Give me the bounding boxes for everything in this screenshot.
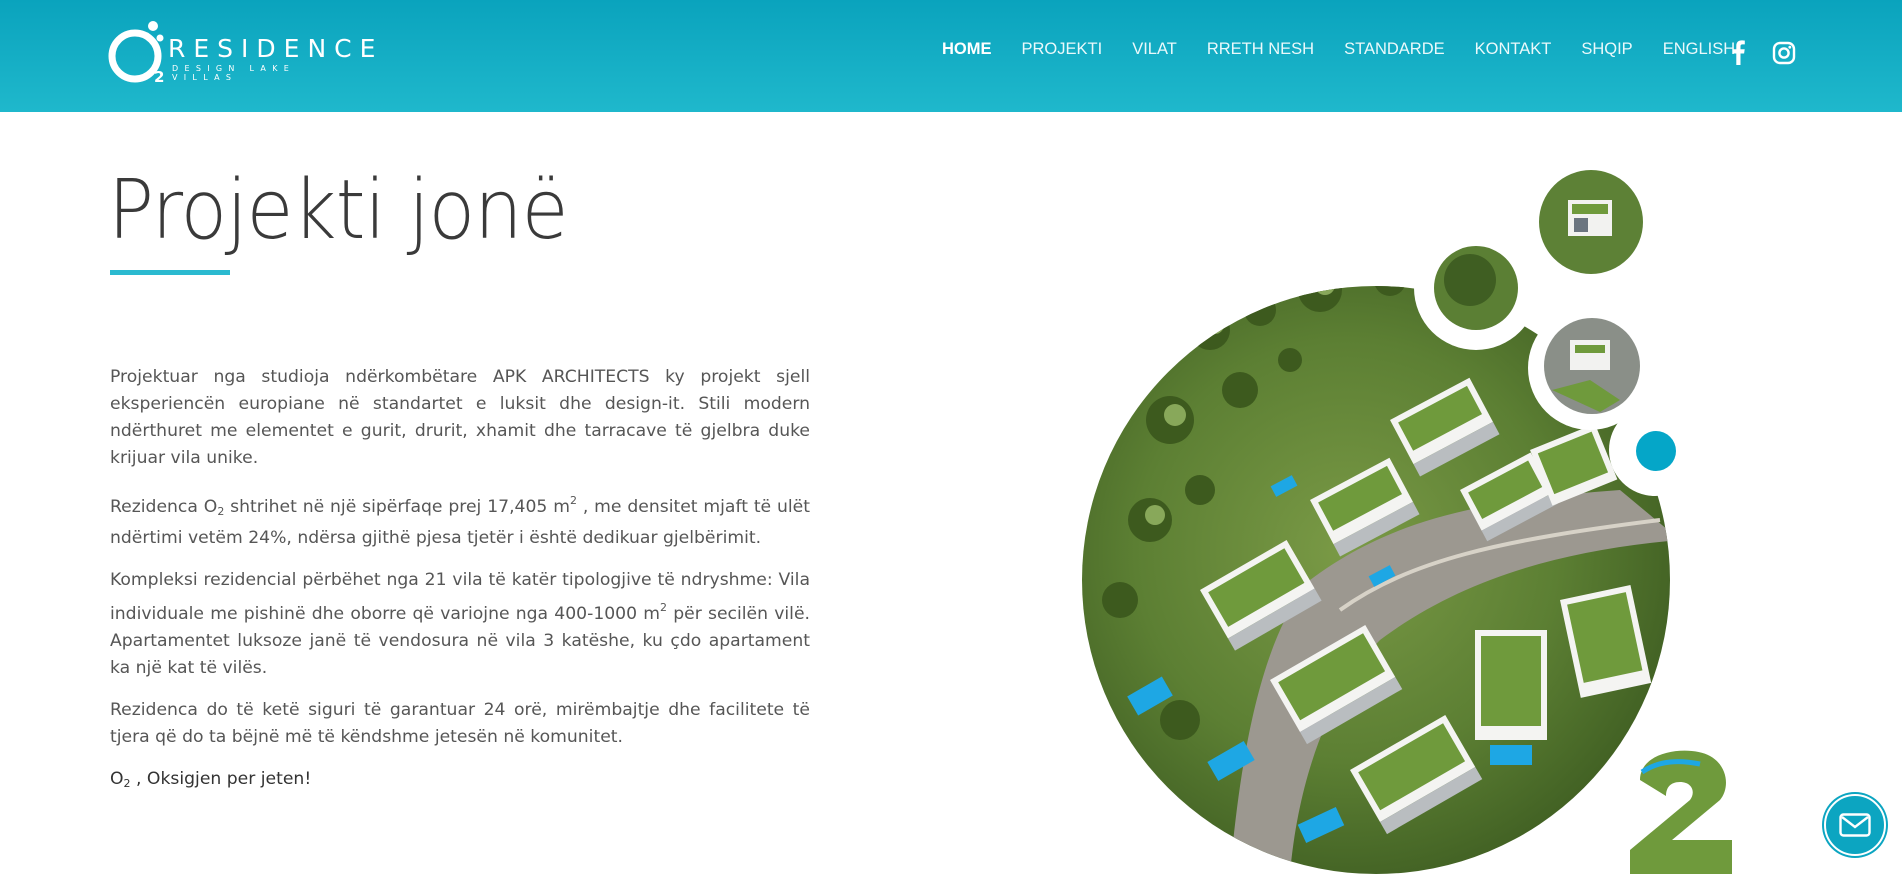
main-nav: HOME PROJEKTI VILAT RRETH NESH STANDARDE… [942,40,1765,59]
paragraph-complex: Kompleksi rezidencial përbëhet nga 21 vi… [110,567,810,682]
nav-kontakt[interactable]: KONTAKT [1475,40,1552,59]
text-segment: shtrihet në një sipërfaqe prej 17,405 m [224,497,570,517]
nav-home[interactable]: HOME [942,40,992,59]
brand-logo[interactable]: 2 RESIDENCE DESIGN LAKE VILLAS [108,18,375,88]
slogan: O2 , Oksigjen per jeten! [110,766,810,797]
nav-standarde[interactable]: STANDARDE [1344,40,1445,59]
nav-english[interactable]: ENGLISH [1663,40,1735,59]
paragraph-security: Rezidenca do të ketë siguri të garantuar… [110,700,810,747]
title-underline [110,270,230,275]
paragraph-area: Rezidenca O 2 shtrihet në një sipërfaqe p… [110,487,810,552]
nav-rreth-nesh[interactable]: RRETH NESH [1207,40,1314,59]
nav-projekti[interactable]: PROJEKTI [1022,40,1103,59]
site-header: 2 RESIDENCE DESIGN LAKE VILLAS HOME PROJ… [0,0,1902,112]
villa-render-illustration [1082,170,1732,874]
brand-name: RESIDENCE [168,34,384,63]
nav-shqip[interactable]: SHQIP [1581,40,1632,59]
text-segment: Rezidenca O [110,497,218,517]
text-segment: O [110,769,124,789]
subscript: 2 [123,777,131,790]
aerial-villas-image [1060,160,1750,874]
superscript: 2 [569,494,577,507]
paragraph-architects: Projektuar nga studioja ndërkombëtare AP… [110,367,810,468]
project-description: Projektuar nga studioja ndërkombëtare AP… [110,364,810,812]
page-title: Projekti jonë [108,163,569,258]
text-segment: , Oksigjen per jeten! [130,769,312,789]
logo-subscript: 2 [154,68,165,86]
instagram-icon[interactable] [1772,41,1796,69]
mail-icon [1839,813,1871,837]
brand-tagline: DESIGN LAKE VILLAS [172,64,296,82]
superscript: 2 [660,601,668,614]
facebook-icon[interactable] [1728,39,1748,69]
nav-vilat[interactable]: VILAT [1132,40,1177,59]
contact-mail-button[interactable] [1824,794,1886,856]
